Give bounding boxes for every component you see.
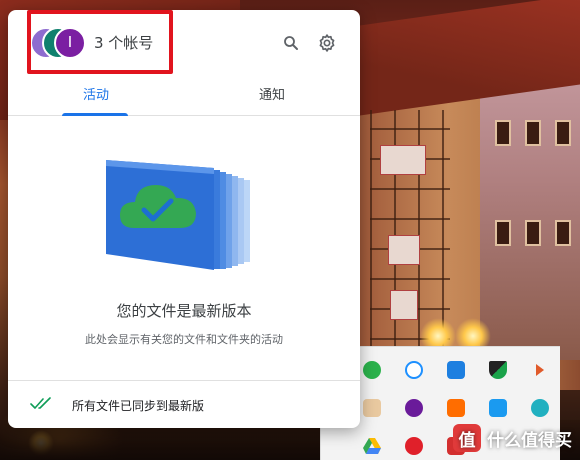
cloud-sync-illustration — [106, 160, 250, 270]
wallpaper-banner — [388, 235, 420, 265]
network-icon[interactable] — [519, 389, 561, 427]
defender-icon[interactable] — [477, 351, 519, 389]
drive-activity-popup: I 3 个帐号 活动 通知 您的文件是最新版本 此处会显示有关您的文件和文件夹的… — [8, 10, 360, 428]
wallpaper-window — [525, 120, 541, 146]
bubble-icon[interactable] — [393, 351, 435, 389]
account-count-label[interactable]: 3 个帐号 — [94, 32, 153, 53]
google-drive-icon[interactable] — [351, 427, 393, 460]
active-tab-indicator — [62, 113, 128, 116]
wallpaper-window — [495, 120, 511, 146]
popup-tabs: 活动 通知 — [8, 74, 360, 116]
watermark-badge: 值 — [453, 424, 481, 452]
wallpaper-banner — [390, 290, 418, 320]
popup-header: I 3 个帐号 — [8, 10, 360, 74]
v-icon[interactable] — [393, 389, 435, 427]
avatar: I — [54, 27, 86, 59]
sync-status-text: 所有文件已同步到最新版 — [72, 399, 205, 413]
leaf-icon[interactable] — [435, 389, 477, 427]
watermark-text: 什么值得买 — [487, 430, 572, 451]
tab-activity[interactable]: 活动 — [8, 74, 184, 116]
wallpaper-window — [525, 220, 541, 246]
account-avatars[interactable]: I — [30, 27, 96, 59]
gear-icon — [319, 34, 335, 52]
tab-notifications[interactable]: 通知 — [184, 74, 360, 115]
double-check-icon — [30, 397, 51, 409]
wallpaper-building — [480, 60, 580, 360]
wallpaper-window — [495, 220, 511, 246]
sync-status-footer: 所有文件已同步到最新版 — [8, 380, 360, 428]
search-icon — [284, 36, 298, 50]
settings-button[interactable] — [314, 30, 340, 56]
tab-label: 活动 — [82, 88, 109, 103]
volume-icon[interactable] — [519, 351, 561, 389]
upload-icon[interactable] — [477, 389, 519, 427]
status-subtitle: 此处会显示有关您的文件和文件夹的活动 — [85, 333, 283, 346]
wallpaper-banner — [380, 145, 426, 175]
pin-icon[interactable] — [435, 351, 477, 389]
search-button[interactable] — [278, 30, 304, 56]
watermark: 值 什么值得买 — [453, 424, 572, 452]
tab-label: 通知 — [258, 88, 285, 103]
wallpaper-window — [555, 120, 571, 146]
netease-icon[interactable] — [393, 427, 435, 460]
status-title: 您的文件是最新版本 — [116, 302, 252, 320]
wallpaper-window — [555, 220, 571, 246]
